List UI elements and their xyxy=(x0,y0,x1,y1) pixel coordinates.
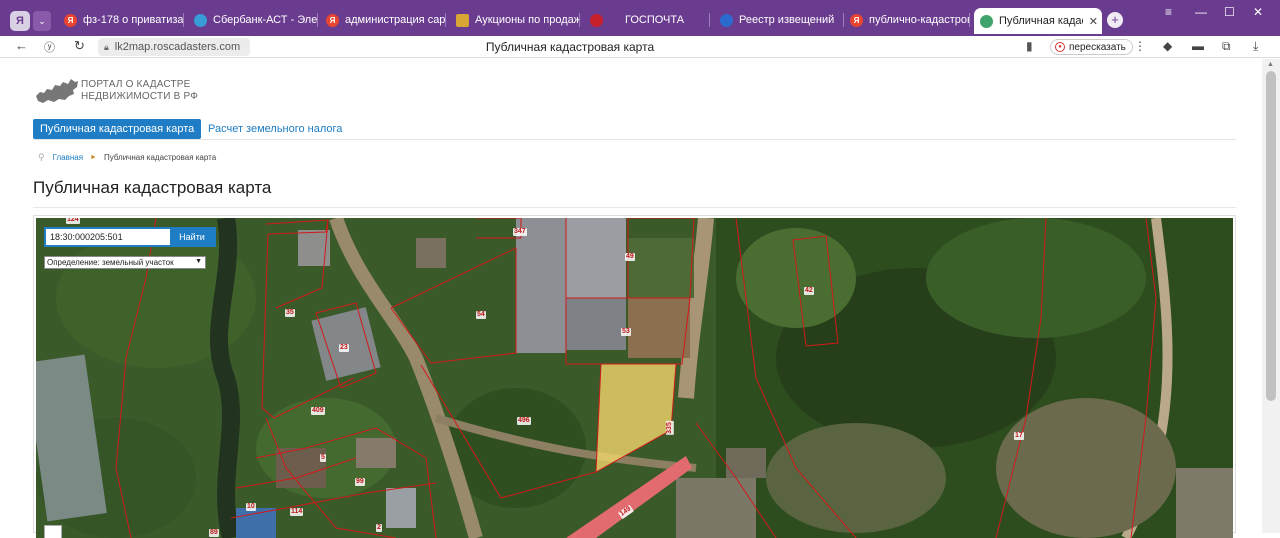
title-divider xyxy=(33,207,1236,208)
map-frame: 124 347 49 35 54 42 53 23 496 409 17 5 9… xyxy=(33,215,1236,538)
yandex-icon: Я xyxy=(64,13,77,27)
gospochta-icon xyxy=(590,13,603,27)
parcel-label[interactable]: 114 xyxy=(290,508,304,516)
tab-title: Реестр извещений xyxy=(739,14,835,26)
parcel-label[interactable]: 99 xyxy=(355,478,365,486)
collections-icon[interactable]: ▬ xyxy=(1192,39,1204,53)
minimize-icon[interactable]: — xyxy=(1195,5,1207,19)
url-text: lk2map.roscadasters.com xyxy=(114,41,241,53)
tab-close-icon[interactable]: ✕ xyxy=(1089,15,1098,28)
nav-divider xyxy=(33,139,1236,140)
parcel-label[interactable]: 49 xyxy=(625,253,635,261)
tab-title: публично-кадастровая к xyxy=(869,14,970,26)
address-page-title: Публичная кадастровая карта xyxy=(485,40,655,54)
parcel-label[interactable]: 10 xyxy=(246,503,256,511)
definition-value: Определение: земельный участок xyxy=(47,258,174,267)
sberbank-icon xyxy=(194,13,207,27)
chevron-down-icon: ▼ xyxy=(195,258,202,265)
scrollbar-thumb[interactable] xyxy=(1266,71,1276,401)
url-field[interactable]: 🔒︎ lk2map.roscadasters.com xyxy=(98,38,250,56)
satellite-imagery xyxy=(36,218,1233,538)
bookmark-icon[interactable]: ▮ xyxy=(1026,39,1033,53)
logo-line-2: НЕДВИЖИМОСТИ В РФ xyxy=(81,91,199,102)
tabs-menu-icon[interactable]: ⌄ xyxy=(33,11,51,31)
map-layers-icon[interactable] xyxy=(44,525,62,538)
parcel-label[interactable]: 23 xyxy=(339,344,349,352)
breadcrumb-current: Публичная кадастровая карта xyxy=(103,153,217,162)
retell-icon: ● xyxy=(1055,42,1065,52)
auction-icon xyxy=(456,13,469,27)
tab-sberbank[interactable]: Сбербанк-АСТ - Электро xyxy=(188,8,318,32)
registry-icon xyxy=(720,13,733,27)
downloads-icon[interactable]: ⤓ xyxy=(1253,39,1258,54)
russia-map-logo-icon xyxy=(36,79,78,103)
lock-icon: 🔒︎ xyxy=(104,41,109,52)
tab-cadastral-map-active[interactable]: Публичная кадастров ✕ xyxy=(974,8,1102,34)
cadastral-icon xyxy=(980,14,993,28)
alice-icon[interactable]: ◆ xyxy=(1163,39,1172,53)
definition-select[interactable]: Определение: земельный участок ▼ xyxy=(44,256,206,269)
parcel-label[interactable]: 5 xyxy=(320,454,326,462)
retell-button[interactable]: ● пересказать xyxy=(1050,39,1133,55)
tab-registry[interactable]: Реестр извещений xyxy=(714,8,844,32)
cadastral-map[interactable]: 124 347 49 35 54 42 53 23 496 409 17 5 9… xyxy=(36,218,1233,538)
nav-tab-land-tax[interactable]: Расчет земельного налога xyxy=(208,123,342,135)
page-content: ПОРТАЛ О КАДАСТРЕ НЕДВИЖИМОСТИ В РФ Публ… xyxy=(0,59,1262,538)
cadastral-number-input[interactable] xyxy=(46,229,170,245)
find-button[interactable]: Найти xyxy=(170,229,214,245)
tab-title: Публичная кадастров xyxy=(999,15,1083,27)
tab-title: администрация сарапул xyxy=(345,14,446,26)
location-pin-icon: ⚲ xyxy=(38,152,45,162)
browser-logo-icon[interactable]: Я xyxy=(10,11,30,31)
new-tab-button[interactable]: + xyxy=(1107,12,1123,28)
breadcrumb-home[interactable]: Главная xyxy=(53,153,83,162)
yandex-home-icon[interactable]: ⓨ xyxy=(44,39,55,55)
parcel-label[interactable]: 2 xyxy=(376,524,382,532)
extensions-icon[interactable]: ⧉ xyxy=(1222,39,1231,54)
parcel-label[interactable]: 35 xyxy=(285,309,295,317)
tab-cadastral-search[interactable]: Я публично-кадастровая к xyxy=(844,8,970,32)
tab-title: фз-178 о приватизации xyxy=(83,14,184,26)
cadastral-search: Найти xyxy=(44,227,216,247)
browser-menu-icon[interactable]: ≡ xyxy=(1165,5,1172,19)
parcel-label[interactable]: 42 xyxy=(804,287,814,295)
tab-title: Сбербанк-АСТ - Электро xyxy=(213,14,318,26)
parcel-label[interactable]: 89 xyxy=(209,529,219,537)
nav-tab-cadastral-map[interactable]: Публичная кадастровая карта xyxy=(33,119,202,139)
address-bar: ← ⓨ ↻ 🔒︎ lk2map.roscadasters.com Публичн… xyxy=(0,36,1280,58)
close-window-icon[interactable]: ✕ xyxy=(1253,5,1263,19)
logo-text[interactable]: ПОРТАЛ О КАДАСТРЕ НЕДВИЖИМОСТИ В РФ xyxy=(81,79,198,103)
tab-fz178[interactable]: Я фз-178 о приватизации xyxy=(58,8,184,32)
breadcrumb: ⚲ Главная ► Публичная кадастровая карта xyxy=(38,152,216,163)
page-title: Публичная кадастровая карта xyxy=(33,178,272,197)
parcel-label[interactable]: 335 xyxy=(665,421,674,435)
page-scrollbar[interactable]: ▲ xyxy=(1262,59,1280,533)
tab-administration[interactable]: Я администрация сарапул xyxy=(320,8,446,32)
breadcrumb-arrow-icon: ► xyxy=(90,154,97,161)
more-icon[interactable]: ⋮ xyxy=(1134,39,1146,53)
parcel-label[interactable]: 347 xyxy=(513,228,527,236)
browser-tabstrip: Я ⌄ Я фз-178 о приватизации Сбербанк-АСТ… xyxy=(0,0,1280,36)
parcel-label[interactable]: 409 xyxy=(311,407,325,415)
tab-title: Аукционы по продаже зе xyxy=(475,14,580,26)
maximize-icon[interactable]: ☐ xyxy=(1224,5,1235,19)
yandex-icon: Я xyxy=(850,13,863,27)
parcel-label[interactable]: 17 xyxy=(1014,432,1024,440)
scroll-up-icon[interactable]: ▲ xyxy=(1267,61,1274,68)
tab-title: ГОСПОЧТА xyxy=(625,14,685,26)
parcel-label[interactable]: 496 xyxy=(517,417,531,425)
reload-icon[interactable]: ↻ xyxy=(74,38,85,54)
parcel-label[interactable]: 54 xyxy=(476,311,486,319)
yandex-icon: Я xyxy=(326,13,339,27)
logo-line-1: ПОРТАЛ О КАДАСТРЕ xyxy=(81,79,191,90)
tab-auctions[interactable]: Аукционы по продаже зе xyxy=(450,8,580,32)
parcel-label[interactable]: 124 xyxy=(66,218,80,224)
parcel-label[interactable]: 53 xyxy=(621,328,631,336)
retell-label: пересказать xyxy=(1069,41,1126,53)
back-icon[interactable]: ← xyxy=(15,38,28,53)
tab-gospochta[interactable]: ГОСПОЧТА xyxy=(584,8,710,32)
